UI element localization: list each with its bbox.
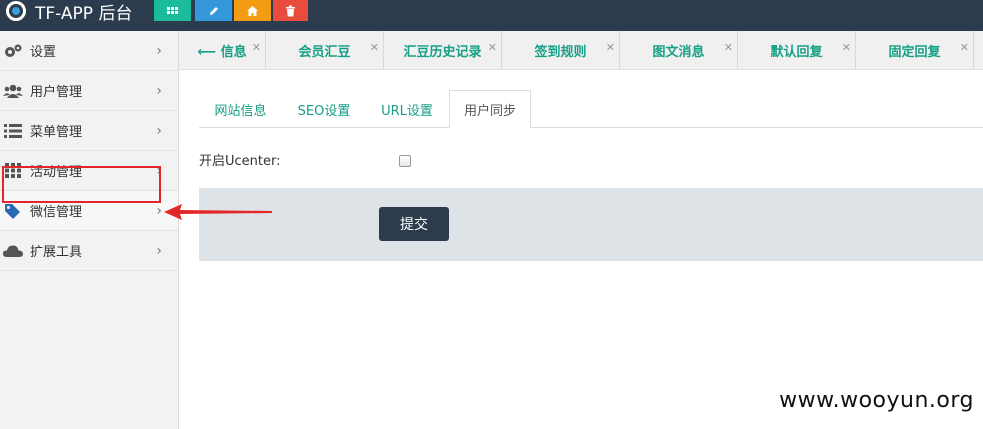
sidebar-item-settings[interactable]: 设置 ›: [0, 31, 178, 71]
subtab-seo[interactable]: SEO设置: [282, 90, 366, 128]
close-icon[interactable]: ✕: [724, 41, 733, 54]
watermark-text: www.wooyun.org: [779, 388, 974, 413]
close-icon[interactable]: ✕: [370, 41, 379, 54]
sidebar-item-label: 菜单管理: [30, 125, 83, 140]
subtab-user-sync[interactable]: 用户同步: [449, 90, 531, 129]
ucenter-checkbox[interactable]: [399, 155, 411, 167]
subtab-url[interactable]: URL设置: [366, 90, 448, 128]
sidebar-item-users[interactable]: 用户管理 ›: [0, 71, 178, 111]
users-icon: [2, 83, 24, 99]
sidebar-item-label: 用户管理: [30, 85, 83, 100]
close-icon[interactable]: ✕: [960, 41, 969, 54]
tab-strip: ⟵ 信息 ✕ 会员汇豆 ✕ 汇豆历史记录 ✕ 签到规则 ✕ 图文消息 ✕ 默认回…: [179, 31, 983, 70]
subtab-label: 用户同步: [463, 104, 516, 119]
chevron-right-icon: ›: [156, 123, 162, 139]
grid-icon: [167, 7, 178, 14]
tab-label: 签到规则: [534, 45, 587, 60]
tab-member-beans[interactable]: 会员汇豆 ✕: [266, 31, 384, 70]
tab-label: 默认回复: [770, 45, 823, 60]
logo-icon: [6, 1, 26, 21]
home-button[interactable]: [234, 0, 271, 21]
app-title: TF-APP 后台: [35, 3, 133, 24]
tab-news-messages[interactable]: 图文消息 ✕: [620, 31, 738, 70]
close-icon[interactable]: ✕: [488, 41, 497, 54]
chevron-right-icon: ›: [156, 43, 162, 59]
submit-button[interactable]: 提交: [379, 207, 449, 241]
settings-subtabs: 网站信息 SEO设置 URL设置 用户同步: [199, 90, 983, 129]
chevron-right-icon: ›: [156, 83, 162, 99]
form-actions-bar: 提交: [199, 188, 983, 261]
sidebar-item-label: 微信管理: [30, 205, 83, 220]
subtab-label: SEO设置: [297, 103, 351, 119]
tab-info[interactable]: ⟵ 信息 ✕: [179, 31, 266, 70]
gears-icon: [2, 43, 24, 59]
annotation-arrow: [164, 204, 272, 220]
sidebar-item-label: 设置: [30, 45, 57, 60]
app-logo: TF-APP 后台: [6, 0, 133, 24]
tags-icon: [2, 203, 24, 219]
pencil-icon: [209, 6, 218, 15]
edit-button[interactable]: [195, 0, 232, 21]
sidebar: 设置 › 用户管理 › 菜单管理 › 活动管理 › 微信管理 › 扩展工具 ›: [0, 31, 179, 429]
subtab-label: URL设置: [381, 103, 433, 119]
sidebar-item-extensions[interactable]: 扩展工具 ›: [0, 231, 178, 271]
subtab-label: 网站信息: [214, 103, 267, 119]
sidebar-item-menus[interactable]: 菜单管理 ›: [0, 111, 178, 151]
home-icon: [247, 5, 258, 16]
tab-default-reply[interactable]: 默认回复 ✕: [738, 31, 856, 70]
tab-label: 固定回复: [888, 45, 941, 60]
subtab-site-info[interactable]: 网站信息: [199, 90, 282, 128]
submit-button-label: 提交: [400, 217, 428, 233]
tab-label: ⟵ 信息: [197, 45, 247, 60]
close-icon[interactable]: ✕: [252, 41, 261, 54]
trash-icon: [286, 5, 295, 16]
top-bar: TF-APP 后台: [0, 0, 983, 31]
chevron-right-icon: ›: [156, 243, 162, 259]
tab-checkin-rules[interactable]: 签到规则 ✕: [502, 31, 620, 70]
close-icon[interactable]: ✕: [606, 41, 615, 54]
tab-label: 图文消息: [652, 45, 705, 60]
tab-label: 会员汇豆: [298, 45, 351, 60]
tab-bean-history[interactable]: 汇豆历史记录 ✕: [384, 31, 502, 70]
close-icon[interactable]: ✕: [842, 41, 851, 54]
list-icon: [2, 123, 24, 138]
annotation-highlight-box: [2, 166, 161, 203]
ucenter-label: 开启Ucenter:: [199, 154, 281, 169]
tab-fixed-reply[interactable]: 固定回复 ✕: [856, 31, 974, 70]
cloud-icon: [2, 244, 24, 258]
sidebar-item-label: 扩展工具: [30, 245, 83, 260]
delete-button[interactable]: [273, 0, 308, 21]
tab-label: 汇豆历史记录: [403, 45, 482, 60]
grid-view-button[interactable]: [154, 0, 191, 21]
